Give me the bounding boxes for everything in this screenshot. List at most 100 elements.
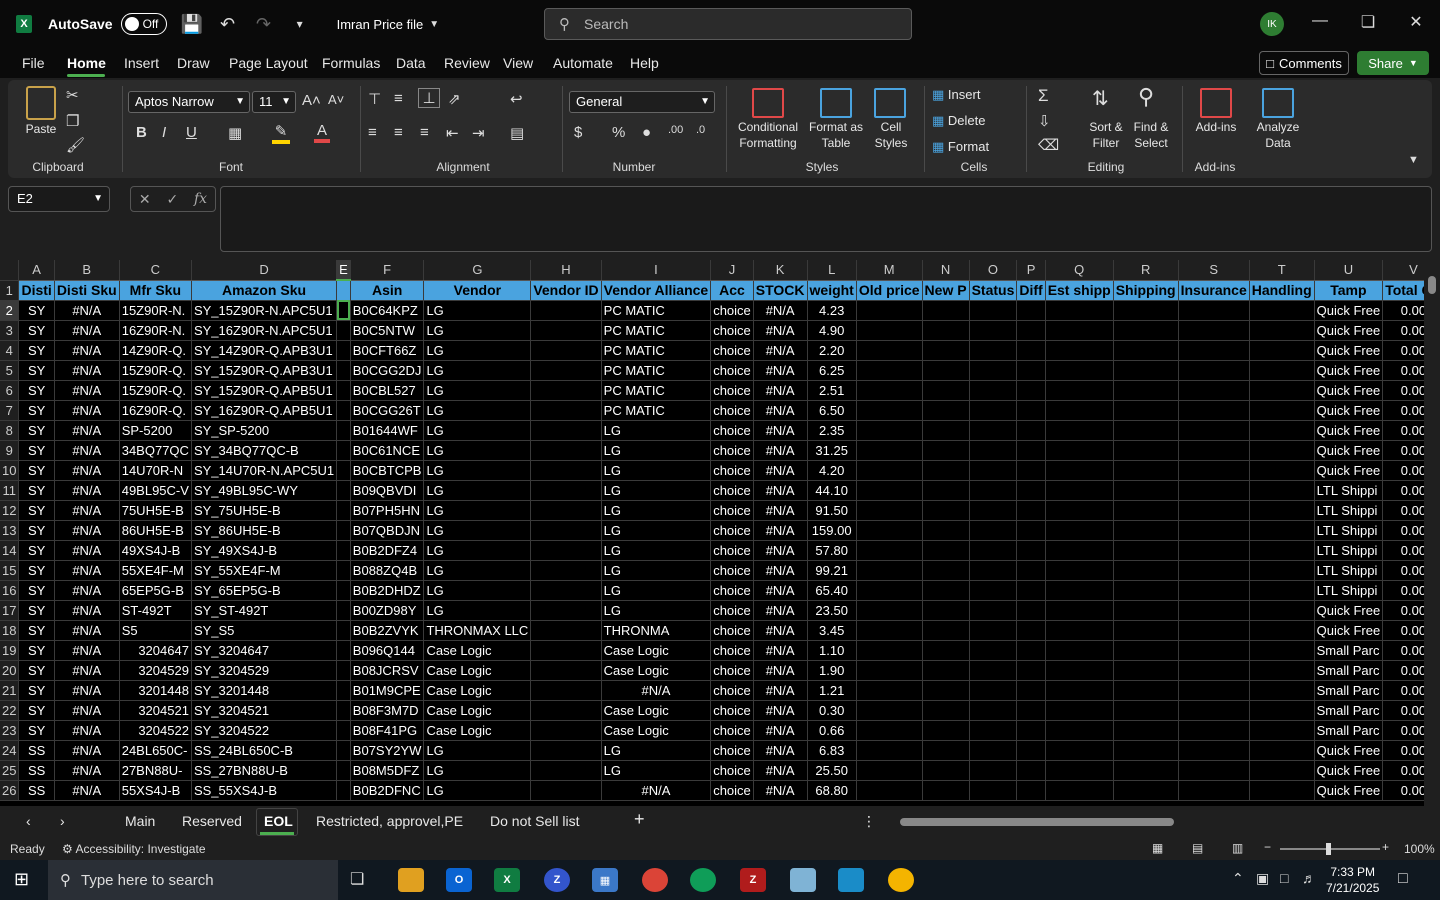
cell-j7[interactable]: choice: [710, 400, 754, 421]
autosum-icon[interactable]: Σ: [1038, 86, 1049, 106]
notifications-icon[interactable]: □: [1398, 870, 1408, 888]
header-cell[interactable]: Mfr Sku: [119, 280, 192, 301]
cell-t14[interactable]: [1249, 540, 1315, 561]
column-header-m[interactable]: M: [856, 260, 923, 281]
cell-i26[interactable]: #N/A: [601, 780, 712, 801]
cell-r10[interactable]: [1113, 460, 1179, 481]
cell-o4[interactable]: [969, 340, 1018, 361]
cell-j17[interactable]: choice: [710, 600, 754, 621]
cell-m12[interactable]: [856, 500, 923, 521]
cell-s13[interactable]: [1178, 520, 1250, 541]
column-header-u[interactable]: U: [1314, 260, 1384, 281]
cell-m21[interactable]: [856, 680, 923, 701]
volume-icon[interactable]: ♬: [1302, 870, 1316, 886]
app-icon[interactable]: [838, 868, 864, 892]
cell-v22[interactable]: 0.00: [1382, 700, 1424, 721]
cell-r22[interactable]: [1113, 700, 1179, 721]
cell-p4[interactable]: [1016, 340, 1046, 361]
cell-v18[interactable]: 0.00: [1382, 620, 1424, 641]
header-cell[interactable]: Asin: [350, 280, 425, 301]
cell-l17[interactable]: 23.50: [807, 600, 857, 621]
cell-i12[interactable]: LG: [601, 500, 712, 521]
cell-u16[interactable]: LTL Shippi: [1314, 580, 1384, 601]
cell-o18[interactable]: [969, 620, 1018, 641]
cell-t13[interactable]: [1249, 520, 1315, 541]
cell-b4[interactable]: #N/A: [54, 340, 120, 361]
cell-n8[interactable]: [922, 420, 970, 441]
cell-r11[interactable]: [1113, 480, 1179, 501]
excel-taskbar-icon[interactable]: X: [494, 868, 520, 892]
restore-icon[interactable]: ❏: [1356, 12, 1380, 32]
cell-m24[interactable]: [856, 740, 923, 761]
cell-l22[interactable]: 0.30: [807, 700, 857, 721]
cell-i16[interactable]: LG: [601, 580, 712, 601]
cell-d10[interactable]: SY_14U70R-N.APC5U1: [191, 460, 338, 481]
cell-c14[interactable]: 49XS4J-B: [119, 540, 192, 561]
cell-a15[interactable]: SY: [18, 560, 55, 581]
cell-h19[interactable]: [530, 640, 602, 661]
cell-e15[interactable]: [336, 560, 351, 581]
cell-a13[interactable]: SY: [18, 520, 55, 541]
decrease-indent-icon[interactable]: ⇤: [446, 124, 459, 142]
cell-m20[interactable]: [856, 660, 923, 681]
cell-f4[interactable]: B0CFT66Z: [350, 340, 425, 361]
column-header-e[interactable]: E: [336, 260, 351, 281]
vertical-scrollbar[interactable]: [1424, 260, 1440, 806]
cell-e2[interactable]: [336, 300, 351, 321]
header-cell[interactable]: Vendor Alliance: [601, 280, 712, 301]
cell-f21[interactable]: B01M9CPE: [350, 680, 425, 701]
cell-f25[interactable]: B08M5DFZ: [350, 760, 425, 781]
cell-o25[interactable]: [969, 760, 1018, 781]
cell-q5[interactable]: [1045, 360, 1114, 381]
cell-a5[interactable]: SY: [18, 360, 55, 381]
cell-l14[interactable]: 57.80: [807, 540, 857, 561]
menu-draw[interactable]: Draw: [177, 55, 210, 71]
header-cell[interactable]: Old price: [856, 280, 923, 301]
cell-v21[interactable]: 0.00: [1382, 680, 1424, 701]
cell-o15[interactable]: [969, 560, 1018, 581]
cell-g15[interactable]: LG: [423, 560, 532, 581]
cell-t15[interactable]: [1249, 560, 1315, 581]
menu-formulas[interactable]: Formulas: [322, 55, 380, 71]
cell-f5[interactable]: B0CGG2DJ: [350, 360, 425, 381]
cell-f9[interactable]: B0C61NCE: [350, 440, 425, 461]
cell-b7[interactable]: #N/A: [54, 400, 120, 421]
cell-n4[interactable]: [922, 340, 970, 361]
cell-u20[interactable]: Small Parc: [1314, 660, 1384, 681]
cell-d15[interactable]: SY_55XE4F-M: [191, 560, 338, 581]
cell-k18[interactable]: #N/A: [753, 620, 808, 641]
row-header[interactable]: 22: [0, 700, 20, 721]
cell-b11[interactable]: #N/A: [54, 480, 120, 501]
cell-l18[interactable]: 3.45: [807, 620, 857, 641]
cell-o23[interactable]: [969, 720, 1018, 741]
orientation-icon[interactable]: ⇗: [448, 90, 461, 108]
column-header-g[interactable]: G: [423, 260, 532, 281]
cell-g10[interactable]: LG: [423, 460, 532, 481]
cell-q13[interactable]: [1045, 520, 1114, 541]
format-as-table-label-2[interactable]: Table: [806, 136, 866, 151]
column-header-d[interactable]: D: [191, 260, 338, 281]
cell-u12[interactable]: LTL Shippi: [1314, 500, 1384, 521]
cell-v14[interactable]: 0.00: [1382, 540, 1424, 561]
close-icon[interactable]: ✕: [1404, 12, 1428, 32]
cell-r24[interactable]: [1113, 740, 1179, 761]
cell-h20[interactable]: [530, 660, 602, 681]
share-button[interactable]: Share ▼: [1357, 51, 1429, 75]
cell-f14[interactable]: B0B2DFZ4: [350, 540, 425, 561]
cell-t11[interactable]: [1249, 480, 1315, 501]
row-header[interactable]: 19: [0, 640, 20, 661]
cell-b20[interactable]: #N/A: [54, 660, 120, 681]
cell-a9[interactable]: SY: [18, 440, 55, 461]
cell-q25[interactable]: [1045, 760, 1114, 781]
cell-s26[interactable]: [1178, 780, 1250, 801]
cell-c6[interactable]: 15Z90R-Q.: [119, 380, 192, 401]
cell-u17[interactable]: Quick Free: [1314, 600, 1384, 621]
tab-do-not-sell[interactable]: Do not Sell list: [490, 813, 579, 829]
cell-d26[interactable]: SS_55XS4J-B: [191, 780, 338, 801]
menu-view[interactable]: View: [503, 55, 533, 71]
insert-cells-button[interactable]: ▦ Insert: [932, 87, 1012, 102]
cell-f15[interactable]: B088ZQ4B: [350, 560, 425, 581]
filezilla-icon[interactable]: Z: [740, 868, 766, 892]
cut-icon[interactable]: ✂: [66, 86, 79, 104]
cell-j22[interactable]: choice: [710, 700, 754, 721]
